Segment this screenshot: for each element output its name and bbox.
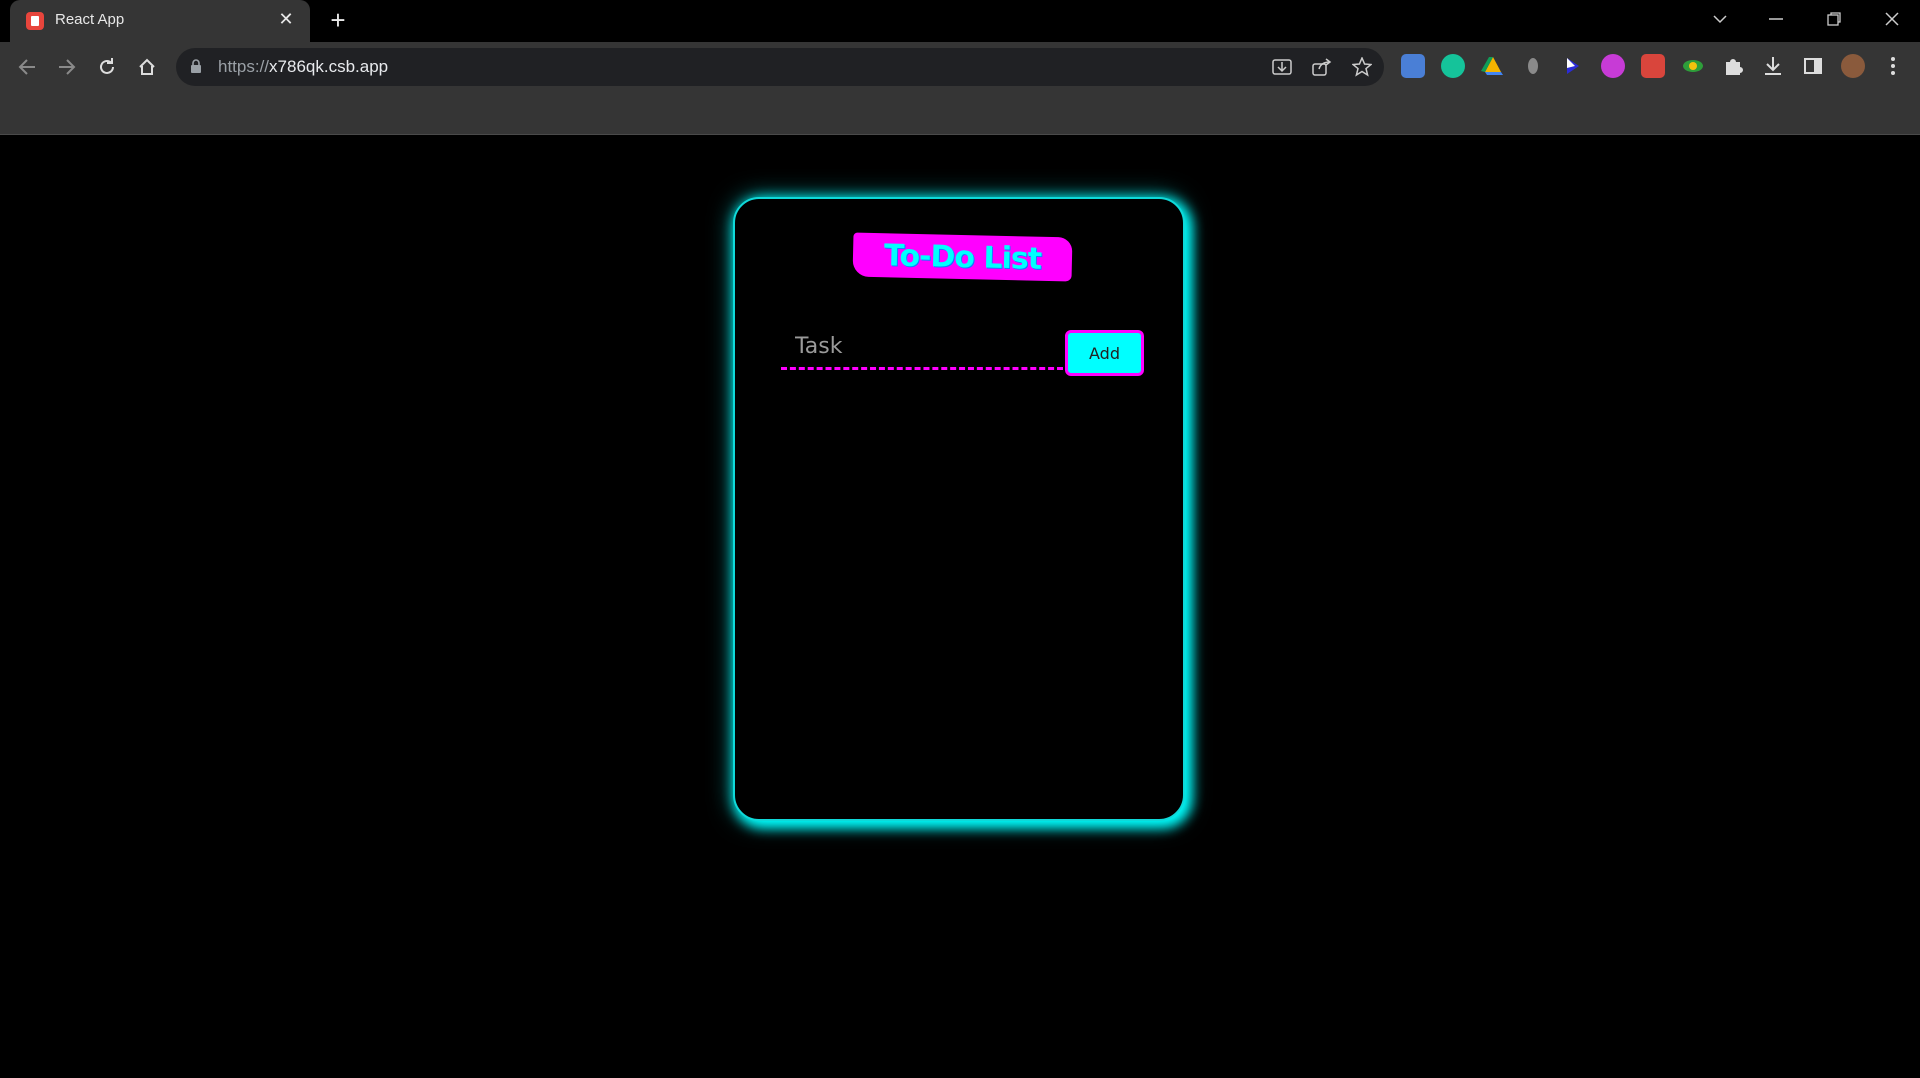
purple-extension-icon[interactable] bbox=[1601, 54, 1625, 78]
cursor-extension-icon[interactable] bbox=[1561, 54, 1585, 78]
home-icon[interactable] bbox=[134, 54, 160, 80]
red-extension-icon[interactable] bbox=[1641, 54, 1665, 78]
todo-card: To-Do List Add bbox=[733, 197, 1185, 821]
url-host: x786qk.csb.app bbox=[269, 57, 389, 76]
profile-avatar[interactable] bbox=[1841, 54, 1865, 78]
tab-search-icon[interactable] bbox=[1692, 0, 1748, 38]
minimize-icon[interactable] bbox=[1748, 0, 1804, 38]
restore-icon[interactable] bbox=[1806, 0, 1862, 38]
side-panel-icon[interactable] bbox=[1801, 54, 1825, 78]
grammarly-extension-icon[interactable] bbox=[1441, 54, 1465, 78]
address-bar[interactable]: https://x786qk.csb.app bbox=[176, 48, 1384, 86]
eye-extension-icon[interactable] bbox=[1681, 54, 1705, 78]
close-window-icon[interactable] bbox=[1864, 0, 1920, 38]
drive-extension-icon[interactable] bbox=[1481, 54, 1505, 78]
tab-title: React App bbox=[55, 11, 125, 28]
share-icon[interactable] bbox=[1311, 56, 1333, 78]
translate-extension-icon[interactable] bbox=[1401, 54, 1425, 78]
back-icon[interactable] bbox=[14, 54, 40, 80]
install-app-icon[interactable] bbox=[1271, 56, 1293, 78]
lock-icon[interactable] bbox=[190, 59, 202, 78]
downloads-icon[interactable] bbox=[1761, 54, 1785, 78]
react-app-favicon-icon bbox=[26, 12, 44, 30]
page-title: To-Do List bbox=[883, 237, 1042, 277]
bookmark-star-icon[interactable] bbox=[1351, 56, 1373, 78]
url-text[interactable]: https://x786qk.csb.app bbox=[218, 57, 388, 77]
task-input[interactable] bbox=[781, 326, 1063, 370]
add-button[interactable]: Add bbox=[1065, 330, 1144, 376]
new-tab-icon[interactable]: + bbox=[326, 7, 350, 33]
todo-title-badge: To-Do List bbox=[852, 232, 1073, 282]
forward-icon[interactable] bbox=[54, 54, 80, 80]
browser-tab[interactable]: React App ✕ bbox=[10, 0, 310, 42]
menu-kebab-icon[interactable] bbox=[1881, 54, 1905, 78]
close-tab-icon[interactable]: ✕ bbox=[276, 9, 296, 29]
reload-icon[interactable] bbox=[94, 54, 120, 80]
tab-strip: React App ✕ + bbox=[0, 0, 1920, 42]
page-content: To-Do List Add bbox=[0, 135, 1920, 1078]
browser-toolbar: https://x786qk.csb.app bbox=[0, 42, 1920, 92]
mouse-extension-icon[interactable] bbox=[1521, 54, 1545, 78]
bookmarks-bar bbox=[0, 92, 1920, 135]
url-scheme: https:// bbox=[218, 57, 270, 76]
extensions-puzzle-icon[interactable] bbox=[1721, 54, 1745, 78]
